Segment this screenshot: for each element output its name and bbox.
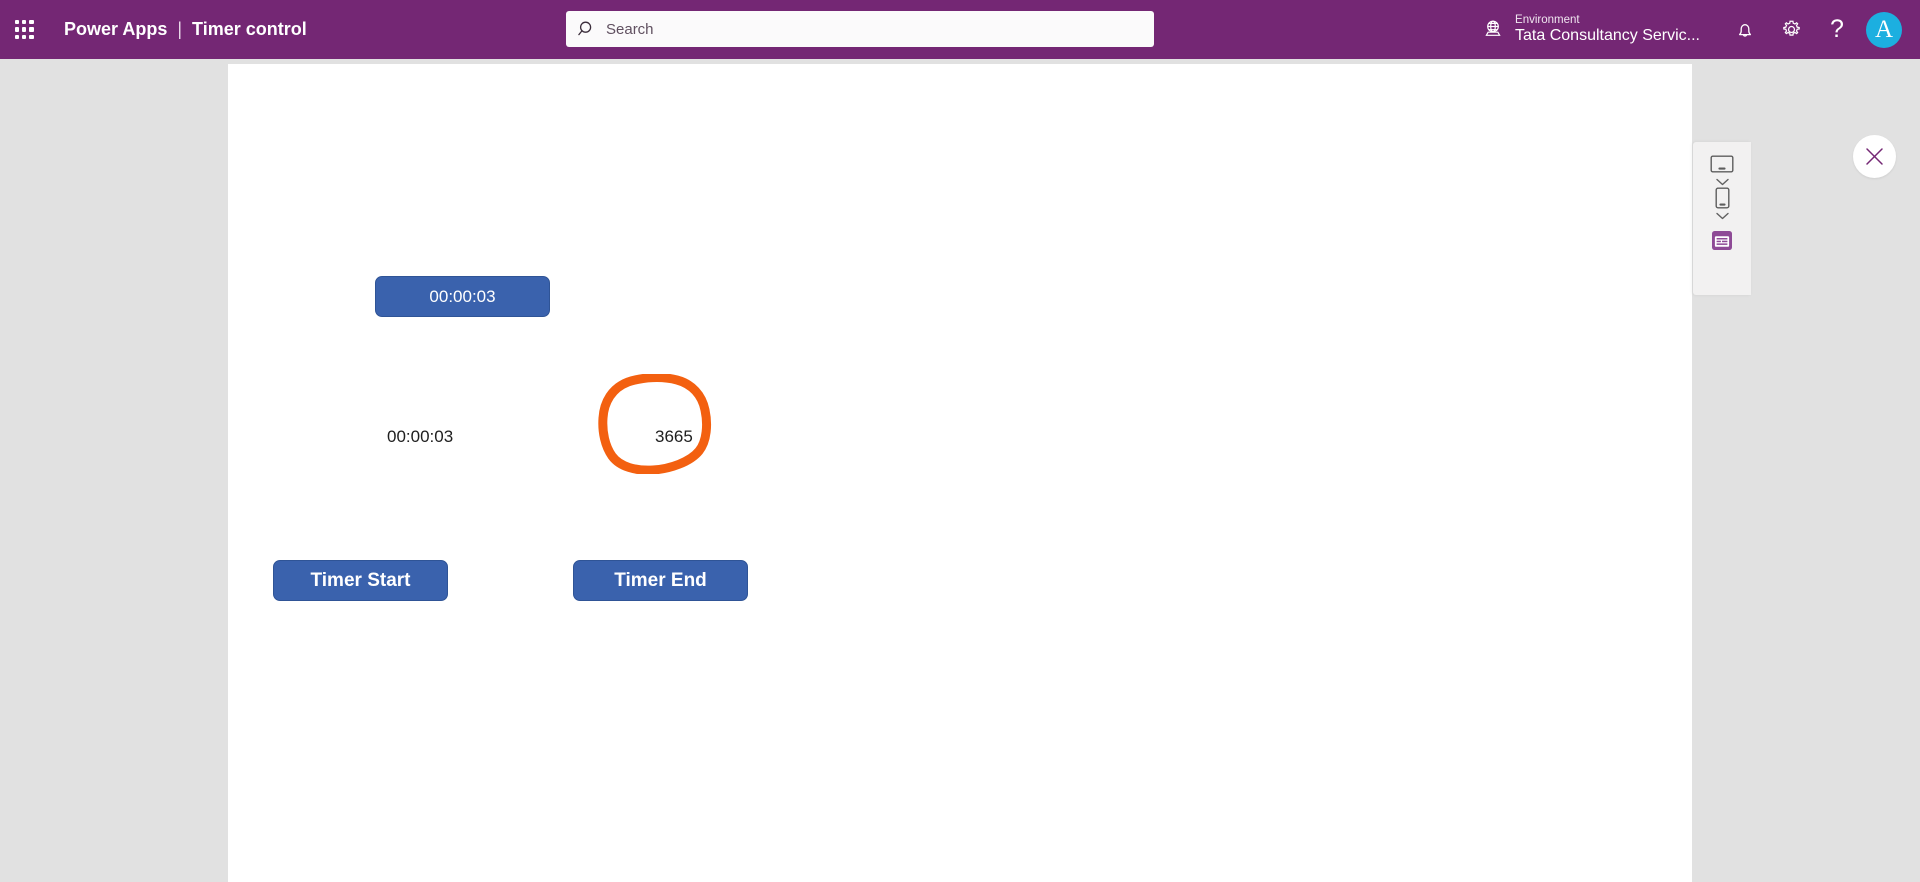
- device-item-tablet[interactable]: [1709, 153, 1735, 187]
- avatar[interactable]: A: [1866, 11, 1902, 48]
- environment-text: Environment Tata Consultancy Servic...: [1515, 14, 1700, 46]
- timer-display-label: 00:00:03: [429, 286, 496, 306]
- tablet-landscape-icon: [1709, 153, 1735, 175]
- environment-name: Tata Consultancy Servic...: [1515, 26, 1700, 44]
- elapsed-time-label: 00:00:03: [387, 427, 454, 446]
- device-item-phone[interactable]: [1709, 187, 1735, 221]
- help-button[interactable]: ?: [1814, 0, 1860, 59]
- notifications-button[interactable]: [1722, 0, 1768, 59]
- app-canvas: 00:00:03 00:00:03 3665 Timer Start Timer…: [228, 64, 1692, 882]
- app-header: Power Apps | Timer control Search Enviro…: [0, 0, 1920, 59]
- timer-start-label: Timer Start: [310, 569, 411, 591]
- close-icon: [1865, 147, 1884, 166]
- avatar-initial: A: [1874, 15, 1894, 43]
- app-layout-icon[interactable]: [1711, 229, 1734, 251]
- search-container: [566, 11, 1154, 47]
- timer-display-button[interactable]: 00:00:03: [375, 276, 550, 317]
- notification-bell-icon: [1734, 19, 1756, 41]
- settings-button[interactable]: [1768, 0, 1814, 59]
- app-launcher-grid-icon: [14, 20, 34, 39]
- app-launcher-button[interactable]: [0, 0, 48, 59]
- environment-globe-icon: [1481, 17, 1505, 41]
- search-icon: [578, 20, 596, 38]
- brand[interactable]: Power Apps | Timer control: [64, 19, 307, 40]
- product-name: Power Apps: [64, 19, 168, 39]
- chevron-down-icon-phone[interactable]: [1714, 210, 1730, 221]
- search-input[interactable]: [606, 11, 1142, 47]
- seconds-value-label: 3665: [655, 427, 693, 446]
- question-mark-icon: ?: [1830, 15, 1844, 43]
- timer-end-label: Timer End: [614, 569, 707, 591]
- environment-label: Environment: [1515, 13, 1580, 26]
- app-stage: 00:00:03 00:00:03 3665 Timer Start Timer…: [0, 59, 1920, 882]
- timer-end-button[interactable]: Timer End: [573, 560, 748, 601]
- app-name: Timer control: [192, 19, 307, 39]
- environment-selector[interactable]: Environment Tata Consultancy Servic...: [1481, 14, 1700, 46]
- chevron-down-icon-tablet[interactable]: [1714, 176, 1730, 187]
- timer-start-button[interactable]: Timer Start: [273, 560, 448, 601]
- orange-circle-annotation: [598, 373, 712, 475]
- header-right-cluster: Environment Tata Consultancy Servic... ?…: [1481, 0, 1920, 59]
- brand-separator: |: [177, 19, 183, 39]
- device-preview-panel: [1693, 142, 1751, 295]
- search-box[interactable]: [566, 11, 1154, 47]
- close-button[interactable]: [1853, 135, 1896, 178]
- gear-icon: [1780, 18, 1803, 41]
- phone-portrait-icon: [1709, 187, 1735, 209]
